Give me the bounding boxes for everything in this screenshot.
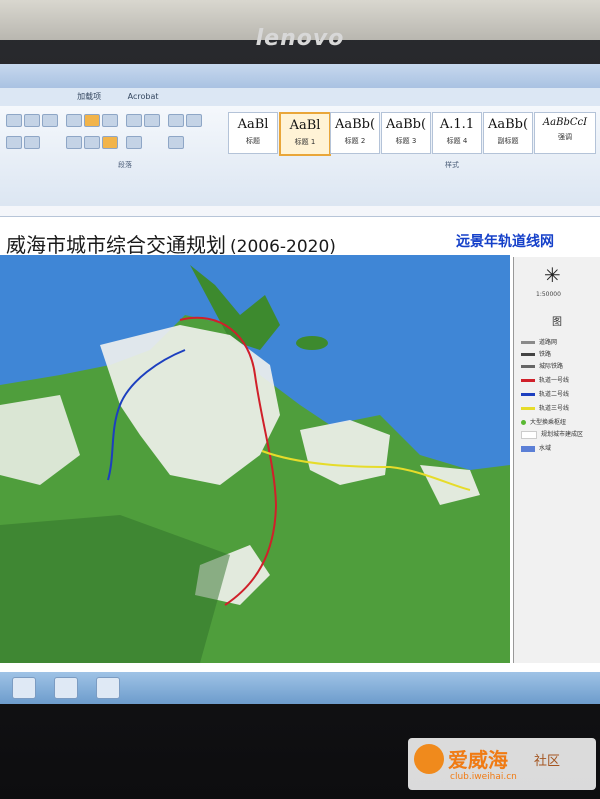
- window-title-bar: [0, 64, 600, 88]
- fill-button[interactable]: [168, 136, 184, 149]
- watermark-sub: 社区: [534, 754, 561, 769]
- shading-button[interactable]: [186, 114, 202, 127]
- watermark-url: club.iweihai.cn: [450, 772, 517, 782]
- taskbar-icon[interactable]: [54, 677, 78, 699]
- menu-bar: 加载项 Acrobat: [0, 88, 600, 106]
- align-left-button[interactable]: [66, 136, 82, 149]
- horizontal-ruler[interactable]: [0, 206, 600, 217]
- style-emphasis[interactable]: AaBbCcI 强调: [534, 112, 596, 154]
- style-heading-4[interactable]: A.1.1 标题 4: [432, 112, 482, 154]
- map-title: 威海市城市综合交通规划 (2006-2020): [6, 233, 336, 257]
- align-right-button[interactable]: [102, 136, 118, 149]
- map-subtitle: 远景年轨道线网: [456, 234, 554, 250]
- legend-item: 轨道一号线: [521, 375, 569, 384]
- decrease-indent-button[interactable]: [66, 114, 82, 127]
- taskbar: [0, 672, 600, 704]
- highlight-button[interactable]: [84, 114, 100, 127]
- indent-button[interactable]: [42, 114, 58, 127]
- legend-item: 铁路: [521, 349, 551, 358]
- numbering-button[interactable]: [24, 114, 40, 127]
- legend-item: 城际铁路: [521, 361, 563, 370]
- taskbar-icon[interactable]: [12, 677, 36, 699]
- justify-button[interactable]: [126, 136, 142, 149]
- legend-item: 轨道二号线: [521, 389, 569, 398]
- ribbon-group-styles: 样式: [445, 161, 459, 169]
- char-border-button[interactable]: [24, 136, 40, 149]
- style-heading-3[interactable]: AaBb(标题 3: [381, 112, 431, 154]
- sort-button[interactable]: [126, 114, 142, 127]
- legend-item: 水域: [521, 443, 551, 452]
- style-subtitle[interactable]: AaBb(副标题: [483, 112, 533, 154]
- legend-panel: ✳ 1:50000 图 道路网 铁路 城际铁路 轨道一号线 轨道二号线 轨道三号…: [513, 257, 600, 663]
- legend-title: 图: [552, 317, 562, 328]
- watermark-logo-icon: [414, 744, 444, 774]
- taskbar-icon[interactable]: [96, 677, 120, 699]
- legend-item: 道路网: [521, 337, 557, 346]
- style-title[interactable]: AaBl 标题: [228, 112, 278, 154]
- legend-item: 规划城市建成区: [521, 429, 583, 439]
- monitor-brand-logo: lenovo: [255, 26, 345, 51]
- menu-item-acrobat[interactable]: Acrobat: [128, 88, 159, 106]
- legend-item: 大型换乘枢纽: [521, 417, 566, 426]
- legend-item: 轨道三号线: [521, 403, 569, 412]
- watermark: 爱威海 社区 club.iweihai.cn: [408, 738, 596, 790]
- style-heading-2[interactable]: AaBb(标题 2: [330, 112, 380, 154]
- align-center-button[interactable]: [84, 136, 100, 149]
- font-color-button[interactable]: [6, 136, 22, 149]
- menu-item-addins[interactable]: 加载项: [77, 88, 101, 106]
- map-title-years: (2006-2020): [230, 237, 336, 257]
- borders-button[interactable]: [168, 114, 184, 127]
- style-heading-1[interactable]: AaBl 标题 1: [279, 112, 331, 156]
- line-spacing-button[interactable]: [102, 114, 118, 127]
- transit-map: [0, 255, 510, 663]
- bullets-button[interactable]: [6, 114, 22, 127]
- monitor-screen: 加载项 Acrobat 段落 样式 AaBl 标题 AaBl 标题 1 AaBb(标…: [0, 64, 600, 704]
- map-scale: 1:50000: [536, 291, 561, 298]
- ribbon-toolbar: 段落 样式 AaBl 标题 AaBl 标题 1 AaBb(标题 2 AaBb(标题 …: [0, 106, 600, 207]
- document-page: 威海市城市综合交通规划 (2006-2020) 远景年轨道线网 ✳ 1:50000…: [0, 217, 600, 672]
- north-arrow-icon: ✳: [544, 263, 561, 287]
- show-marks-button[interactable]: [144, 114, 160, 127]
- island: [296, 336, 328, 350]
- ribbon-group-paragraph: 段落: [118, 161, 132, 169]
- watermark-name: 爱威海: [448, 748, 508, 772]
